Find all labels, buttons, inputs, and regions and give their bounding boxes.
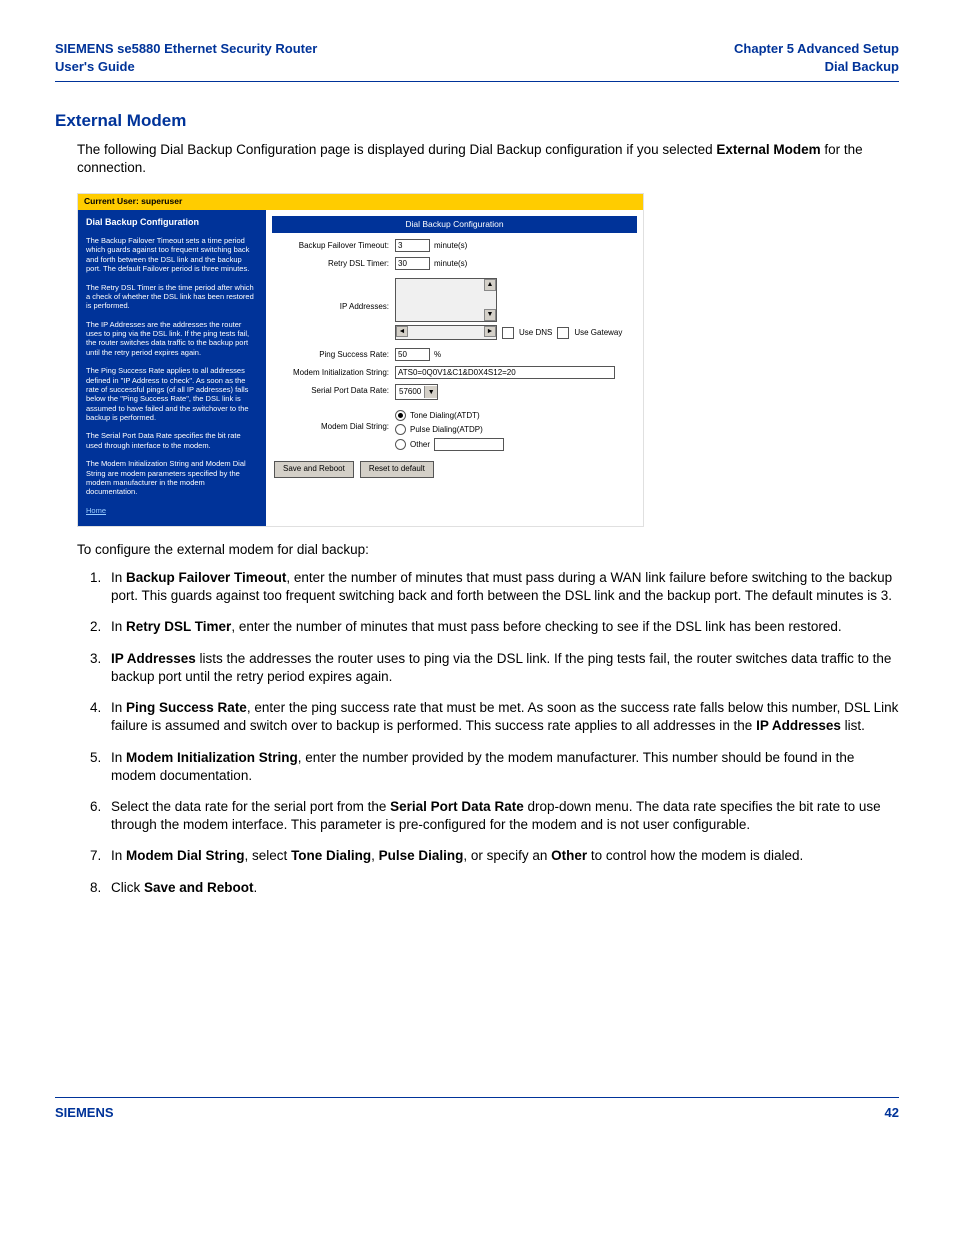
help-para: The Backup Failover Timeout sets a time … — [86, 236, 258, 274]
panel-title: Dial Backup Configuration — [272, 216, 637, 233]
init-input[interactable] — [395, 366, 615, 379]
scroll-down-icon[interactable]: ▼ — [484, 309, 496, 321]
pulse-label: Pulse Dialing(ATDP) — [410, 425, 483, 436]
current-user-bar: Current User: superuser — [78, 194, 643, 209]
help-para: The Retry DSL Timer is the time period a… — [86, 283, 258, 311]
config-screenshot: Current User: superuser Dial Backup Conf… — [77, 193, 644, 526]
use-dns-label: Use DNS — [519, 328, 552, 339]
step-item: In Retry DSL Timer, enter the number of … — [105, 618, 899, 636]
failover-label: Backup Failover Timeout: — [274, 239, 395, 252]
use-dns-checkbox[interactable] — [502, 327, 514, 339]
product-title: SIEMENS se5880 Ethernet Security Router — [55, 41, 317, 56]
section-heading: External Modem — [55, 110, 899, 133]
intro-bold: External Modem — [716, 142, 820, 157]
steps-list: In Backup Failover Timeout, enter the nu… — [77, 569, 899, 897]
retry-unit: minute(s) — [434, 259, 467, 270]
home-link[interactable]: Home — [86, 506, 106, 515]
tone-dialing-radio[interactable] — [395, 410, 406, 421]
rate-label: Serial Port Data Rate: — [274, 384, 395, 397]
retry-input[interactable] — [395, 257, 430, 270]
topic-title: Dial Backup — [825, 59, 899, 74]
step-item: In Modem Initialization String, enter th… — [105, 749, 899, 785]
help-para: The Ping Success Rate applies to all add… — [86, 366, 258, 422]
step-item: In Modem Dial String, select Tone Dialin… — [105, 847, 899, 865]
page-header: SIEMENS se5880 Ethernet Security Router … — [55, 40, 899, 82]
pulse-dialing-radio[interactable] — [395, 424, 406, 435]
footer-brand: SIEMENS — [55, 1104, 114, 1122]
save-reboot-button[interactable]: Save and Reboot — [274, 461, 354, 478]
intro-text-1: The following Dial Backup Configuration … — [77, 142, 716, 157]
form-panel: Dial Backup Configuration Backup Failove… — [266, 210, 643, 526]
step-item: Select the data rate for the serial port… — [105, 798, 899, 834]
use-gateway-label: Use Gateway — [574, 328, 622, 339]
retry-label: Retry DSL Timer: — [274, 257, 395, 270]
rate-value: 57600 — [396, 387, 424, 398]
screenshot-container: Current User: superuser Dial Backup Conf… — [77, 193, 899, 526]
help-para: The Modem Initialization String and Mode… — [86, 459, 258, 497]
failover-input[interactable] — [395, 239, 430, 252]
use-gateway-checkbox[interactable] — [557, 327, 569, 339]
other-dialing-radio[interactable] — [395, 439, 406, 450]
scroll-up-icon[interactable]: ▲ — [484, 279, 496, 291]
guide-title: User's Guide — [55, 59, 135, 74]
init-label: Modem Initialization String: — [274, 366, 395, 379]
other-label: Other — [410, 440, 430, 451]
chapter-title: Chapter 5 Advanced Setup — [734, 41, 899, 56]
scroll-left-icon[interactable]: ◄ — [396, 326, 408, 337]
sidebar-title: Dial Backup Configuration — [86, 216, 258, 228]
intro-paragraph: The following Dial Backup Configuration … — [77, 141, 899, 177]
help-para: The Serial Port Data Rate specifies the … — [86, 431, 258, 450]
step-item: IP Addresses lists the addresses the rou… — [105, 650, 899, 686]
ip-listbox[interactable]: ▲ ▼ — [395, 278, 497, 322]
dial-label: Modem Dial String: — [274, 410, 395, 433]
chevron-down-icon: ▼ — [424, 386, 437, 398]
reset-default-button[interactable]: Reset to default — [360, 461, 434, 478]
rate-select[interactable]: 57600 ▼ — [395, 384, 438, 400]
ip-hscroll[interactable]: ◄ ► — [395, 325, 497, 340]
ping-input[interactable] — [395, 348, 430, 361]
ping-unit: % — [434, 350, 441, 361]
failover-unit: minute(s) — [434, 241, 467, 252]
step-item: In Backup Failover Timeout, enter the nu… — [105, 569, 899, 605]
steps-intro: To configure the external modem for dial… — [77, 541, 899, 559]
page-number: 42 — [885, 1104, 899, 1122]
tone-label: Tone Dialing(ATDT) — [410, 411, 480, 422]
other-input[interactable] — [434, 438, 504, 451]
step-item: In Ping Success Rate, enter the ping suc… — [105, 699, 899, 735]
ping-label: Ping Success Rate: — [274, 348, 395, 361]
help-sidebar: Dial Backup Configuration The Backup Fai… — [78, 210, 266, 526]
page-footer: SIEMENS 42 — [55, 1097, 899, 1122]
header-left: SIEMENS se5880 Ethernet Security Router … — [55, 40, 317, 75]
scroll-right-icon[interactable]: ► — [484, 326, 496, 337]
help-para: The IP Addresses are the addresses the r… — [86, 320, 258, 358]
ip-label: IP Addresses: — [274, 278, 395, 313]
header-right: Chapter 5 Advanced Setup Dial Backup — [734, 40, 899, 75]
step-item: Click Save and Reboot. — [105, 879, 899, 897]
